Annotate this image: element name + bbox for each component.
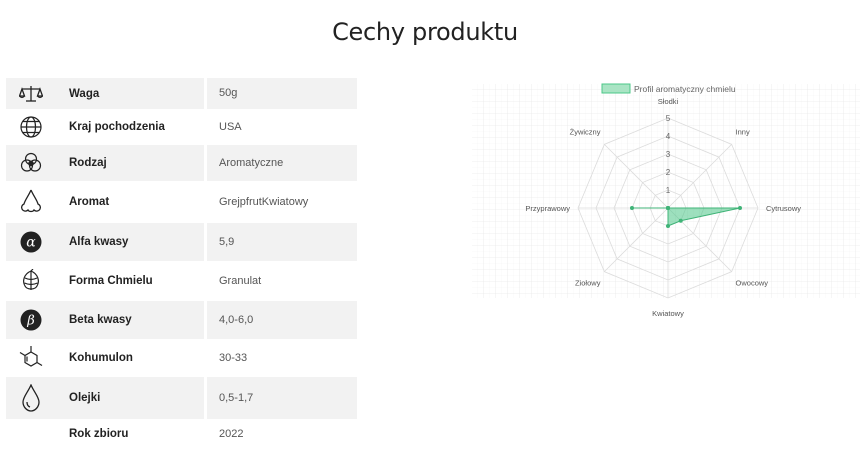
property-value: USA [219,120,242,133]
radar-data-point [738,206,742,210]
radar-svg: Profil aromatyczny chmielu 1 2 3 4 5 Słodki In… [472,83,860,318]
legend-label[interactable]: Profil aromatyczny chmielu [634,84,736,94]
property-value: Granulat [219,274,262,287]
radar-category-label: Kwiatowy [652,309,684,318]
property-label: Rodzaj [69,157,107,169]
property-value: 0,5-1,7 [207,377,357,419]
drop-icon [6,384,56,412]
property-label: Rok zbioru [69,428,129,440]
radar-tick-label: 4 [666,132,671,141]
radar-tick-label: 1 [666,186,671,195]
radar-tick-label: 5 [666,114,671,123]
property-label: Alfa kwasy [69,236,129,248]
property-row-beta: β Beta kwasy 4,0-6,0 [6,301,357,339]
aroma-value: Kwiatowy [261,195,309,208]
radar-data-point [630,206,634,210]
radar-category-label: Owocowy [736,279,769,288]
property-value: 30-33 [219,351,248,364]
property-value: Aromatyczne [207,145,357,181]
radar-category-label: Inny [736,127,750,136]
property-label: Beta kwasy [69,314,132,326]
legend-swatch[interactable] [601,83,631,94]
property-row-country: Kraj pochodzenia USA [6,109,357,145]
radar-tick-label: 2 [666,168,671,177]
radar-data-point [678,218,683,223]
radar-category-label: Cytrusowy [766,204,801,213]
radar-data-point [666,224,670,228]
property-row-alpha: α Alfa kwasy 5,9 [6,223,357,261]
property-row-aroma: Aromat Grejpfrut Kwiatowy [6,181,357,223]
radar-tick-label: 3 [666,150,671,159]
svg-text:β: β [26,314,35,329]
scale-icon [6,84,56,104]
property-label: Aromat [69,196,110,208]
property-value: 4,0-6,0 [207,301,357,339]
radar-category-label: Żywiczny [570,127,601,136]
property-label: Kraj pochodzenia [69,121,165,133]
aroma-value: Grejpfrut [219,195,262,208]
property-row-oils: Olejki 0,5-1,7 [6,377,357,419]
page-title: Cechy produktu [332,18,518,46]
beta-icon: β [6,309,56,331]
property-row-type: Rodzaj Aromatyczne [6,145,357,181]
radar-category-label: Słodki [658,97,679,106]
property-value: 50g [207,78,357,109]
properties-table: Waga 50g Kraj pochodzenia USA Rodzaj Aro… [6,78,357,449]
radar-category-label: Przyprawowy [525,204,570,213]
property-row-weight: Waga 50g [6,78,357,109]
property-row-cohumulone: Kohumulon 30-33 [6,339,357,377]
hop-flower-icon [6,152,56,174]
property-row-form: Forma Chmielu Granulat [6,261,357,301]
molecule-icon [6,345,56,371]
property-row-harvest: Rok zbioru 2022 [6,419,357,449]
property-label: Forma Chmielu [69,275,153,287]
hop-cone-icon [6,269,56,293]
property-value: 5,9 [207,223,357,261]
property-value: 2022 [207,419,357,449]
aroma-radar-chart: Profil aromatyczny chmielu 1 2 3 4 5 Słodki In… [472,78,860,318]
property-label: Olejki [69,392,101,404]
radar-category-label: Ziołowy [575,279,601,288]
svg-text:α: α [26,235,36,251]
nose-icon [6,189,56,215]
property-label: Waga [69,87,100,100]
alpha-icon: α [6,231,56,253]
globe-icon [6,116,56,138]
property-value: Grejpfrut Kwiatowy [207,181,357,223]
radar-data-point [666,206,670,210]
property-label: Kohumulon [69,352,133,364]
